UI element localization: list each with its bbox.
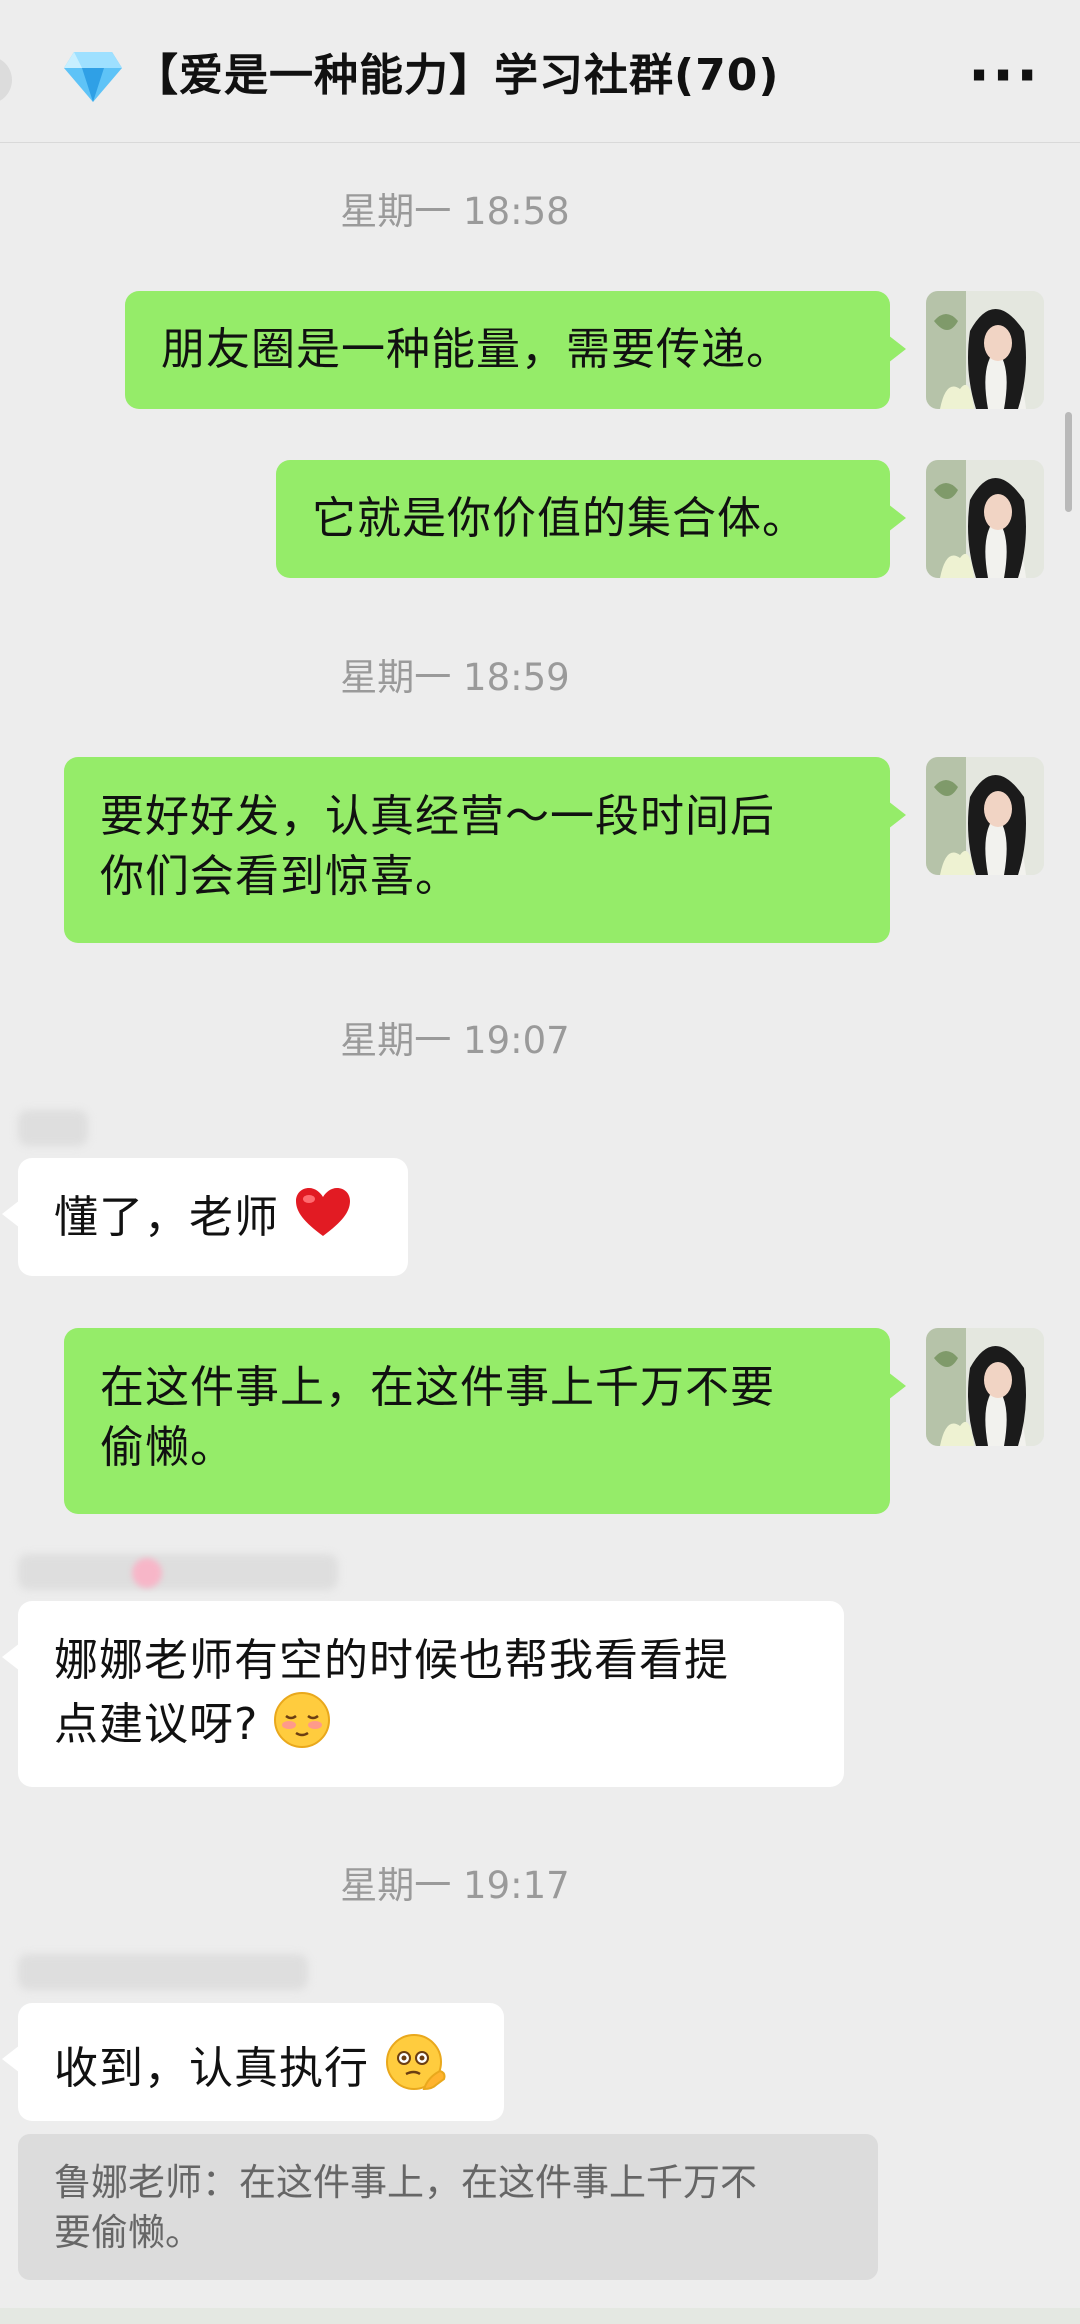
avatar[interactable] (926, 757, 1044, 875)
chat-title[interactable]: 【爱是一种能力】学习社群(70) (134, 46, 779, 106)
quote-line: 要偷懒。 (54, 2211, 202, 2254)
chat-header: 【爱是一种能力】学习社群(70) ··· (0, 0, 1080, 143)
message-text: 它就是你价值的集合体。 (312, 493, 807, 544)
message-bubble-received[interactable]: 懂了，老师 (2, 1158, 408, 1276)
timestamp: 星期一 19:07 (340, 1019, 570, 1062)
message-bubble-received[interactable]: 收到，认真执行 (2, 2003, 504, 2121)
avatar-image (926, 460, 1044, 578)
red-heart-icon (296, 1188, 350, 1236)
avatar-image (926, 757, 1044, 875)
timestamp: 星期一 18:59 (340, 656, 570, 699)
timestamp: 星期一 19:17 (340, 1864, 570, 1907)
message-line: 娜娜老师有空的时候也帮我看看提 (54, 1635, 729, 1686)
avatar[interactable] (926, 460, 1044, 578)
message-line: 偷懒。 (100, 1422, 235, 1473)
quoted-message[interactable]: 鲁娜老师：在这件事上，在这件事上千万不 要偷懒。 (18, 2134, 878, 2280)
message-bubble-received[interactable]: 娜娜老师有空的时候也帮我看看提 点建议呀? (2, 1601, 844, 1787)
message-bubble-sent[interactable]: 在这件事上，在这件事上千万不要 偷懒。 (64, 1328, 906, 1514)
message-text: 朋友圈是一种能量，需要传递。 (161, 324, 791, 375)
message-text: 收到，认真执行 (54, 2043, 369, 2094)
message-bubble-sent[interactable]: 它就是你价值的集合体。 (276, 460, 906, 578)
avatar[interactable] (926, 291, 1044, 409)
message-line: 在这件事上，在这件事上千万不要 (100, 1362, 775, 1413)
sender-name-blurred (18, 1110, 88, 1146)
avatar[interactable] (926, 1328, 1044, 1446)
quote-line: 鲁娜老师：在这件事上，在这件事上千万不 (54, 2161, 757, 2204)
gem-icon (64, 52, 122, 102)
timestamp: 星期一 18:58 (340, 190, 570, 233)
back-button[interactable] (0, 56, 12, 104)
bottom-edge (0, 2308, 1080, 2324)
message-text: 懂了，老师 (54, 1192, 279, 1243)
avatar-image (926, 291, 1044, 409)
message-bubble-sent[interactable]: 朋友圈是一种能量，需要传递。 (125, 291, 906, 409)
message-line: 点建议呀? (54, 1699, 259, 1750)
message-line: 要好好发，认真经营～一段时间后 (100, 791, 775, 842)
avatar-image (926, 1328, 1044, 1446)
salute-face-icon (386, 2034, 446, 2091)
shy-face-icon (274, 1692, 331, 1748)
scrollbar[interactable] (1065, 412, 1072, 512)
more-options-icon[interactable]: ··· (968, 46, 1038, 104)
sender-name-blurred (18, 1554, 338, 1590)
message-bubble-sent[interactable]: 要好好发，认真经营～一段时间后 你们会看到惊喜。 (64, 757, 906, 943)
message-line: 你们会看到惊喜。 (100, 851, 460, 902)
sender-badge-blurred (132, 1558, 162, 1588)
sender-name-blurred (18, 1954, 308, 1990)
